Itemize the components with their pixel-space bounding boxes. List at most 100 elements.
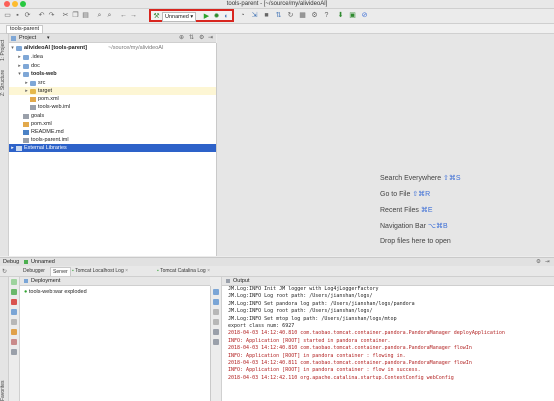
tree-row-readme[interactable]: README.md bbox=[9, 128, 216, 136]
chevron-down-icon[interactable]: ▾ bbox=[47, 34, 50, 42]
hide-icon[interactable]: ⇥ bbox=[208, 34, 213, 42]
tree-row-web-iml[interactable]: tools-web.iml bbox=[9, 103, 216, 111]
breadcrumb[interactable]: tools-parent bbox=[6, 25, 44, 34]
chevron-right-icon[interactable]: ▸ bbox=[17, 62, 22, 70]
output-actions bbox=[211, 277, 222, 401]
cut-icon[interactable]: ✂ bbox=[61, 11, 70, 20]
rerun-icon[interactable]: ↻ bbox=[286, 11, 295, 20]
chevron-right-icon[interactable]: ▸ bbox=[17, 53, 22, 61]
tab-tomcat-catalina-log[interactable]: ▪ Tomcat Catalina Log × bbox=[155, 267, 212, 275]
tree-label: goals bbox=[31, 113, 45, 119]
view-breakpoints-icon[interactable] bbox=[11, 329, 17, 335]
collapse-icon[interactable]: ⇅ bbox=[189, 34, 194, 42]
save-icon[interactable]: ▪ bbox=[13, 11, 22, 20]
pause-icon[interactable] bbox=[11, 319, 17, 325]
chevron-down-icon[interactable]: ▾ bbox=[17, 70, 22, 78]
run-icon[interactable]: ▶ bbox=[202, 12, 211, 21]
find-icon[interactable]: ⌕ bbox=[95, 11, 104, 20]
tree-row-root[interactable]: ▾ alivideoAI [tools-parent] ~/source/my/… bbox=[9, 44, 216, 52]
project-panel-title[interactable]: Project bbox=[19, 34, 36, 42]
settings-icon[interactable] bbox=[11, 349, 17, 355]
tab-server[interactable]: Server bbox=[50, 267, 71, 276]
chevron-right-icon[interactable]: ▸ bbox=[10, 144, 15, 152]
mute-breakpoints-icon[interactable] bbox=[11, 339, 17, 345]
tab-label: Tomcat Localhost Log bbox=[75, 268, 124, 274]
tree-row-parent-iml[interactable]: tools-parent.iml bbox=[9, 136, 216, 144]
log-icon: ▪ bbox=[72, 268, 74, 274]
hint-label: Recent Files bbox=[380, 207, 419, 214]
redo-icon[interactable]: → bbox=[129, 11, 138, 20]
iml-file-icon bbox=[23, 137, 29, 143]
tree-row-tools-web[interactable]: ▾ tools-web bbox=[9, 70, 216, 78]
favorites-tool-tab[interactable]: Favorites bbox=[0, 380, 8, 401]
sdk-icon[interactable]: ⬇ bbox=[336, 11, 345, 20]
update-icon[interactable] bbox=[11, 289, 17, 295]
tree-row-goals[interactable]: goals bbox=[9, 112, 216, 120]
copy-icon[interactable]: ❐ bbox=[71, 11, 80, 20]
scroll-down-icon[interactable] bbox=[213, 299, 219, 305]
forward-icon[interactable]: ↷ bbox=[47, 11, 56, 20]
scroll-to-end-icon[interactable] bbox=[213, 319, 219, 325]
tree-row-external-libraries[interactable]: ▸ External Libraries bbox=[9, 144, 216, 152]
chevron-right-icon[interactable]: ▸ bbox=[24, 87, 29, 95]
run-config-select[interactable]: Unnamed ▾ bbox=[162, 12, 197, 22]
tree-row-target[interactable]: ▸ target bbox=[9, 87, 216, 95]
open-icon[interactable]: ▭ bbox=[3, 11, 12, 20]
profile-icon[interactable]: ◔ bbox=[238, 11, 247, 20]
task-icon[interactable]: ▣ bbox=[348, 11, 357, 20]
deployment-item[interactable]: ● tools-web:war exploded bbox=[24, 288, 87, 296]
restart-icon[interactable]: ↻ bbox=[2, 268, 7, 275]
project-structure-icon[interactable]: ▦ bbox=[298, 11, 307, 20]
output-console[interactable]: JM.Log:INFO Init JM logger with Log4jLog… bbox=[222, 286, 554, 401]
undo-icon[interactable]: ← bbox=[119, 11, 128, 20]
soft-wrap-icon[interactable] bbox=[213, 309, 219, 315]
chevron-right-icon[interactable]: ▸ bbox=[24, 79, 29, 87]
stop-icon[interactable] bbox=[11, 299, 17, 305]
debug-icon[interactable]: ✹ bbox=[212, 12, 221, 21]
stop-icon[interactable]: ■ bbox=[262, 11, 271, 20]
tab-tomcat-localhost-log[interactable]: ▪ Tomcat Localhost Log × bbox=[70, 267, 130, 275]
scroll-up-icon[interactable] bbox=[213, 289, 219, 295]
hide-icon[interactable]: ⇥ bbox=[545, 258, 550, 266]
settings-icon[interactable]: ⚙ bbox=[310, 11, 319, 20]
coverage-icon[interactable]: ◐ bbox=[222, 12, 231, 21]
tree-row-idea[interactable]: ▸ .idea bbox=[9, 53, 216, 61]
no-entry-icon[interactable]: ⊘ bbox=[360, 11, 369, 20]
gear-icon[interactable]: ⚙ bbox=[199, 34, 204, 42]
deploy-icon[interactable] bbox=[11, 309, 17, 315]
back-icon[interactable]: ↶ bbox=[37, 11, 46, 20]
replace-icon[interactable]: ⌕ bbox=[105, 11, 114, 20]
gear-icon[interactable]: ⚙ bbox=[536, 258, 541, 266]
tree-row-doc[interactable]: ▸ doc bbox=[9, 62, 216, 70]
console-line: JM.Log:INFO Init JM logger with Log4jLog… bbox=[228, 286, 379, 292]
xml-file-icon bbox=[23, 121, 29, 127]
iml-file-icon bbox=[30, 104, 36, 110]
tree-row-pom[interactable]: pom.xml bbox=[9, 120, 216, 128]
tree-row-pom-web[interactable]: pom.xml bbox=[9, 95, 216, 103]
close-icon[interactable]: × bbox=[207, 268, 210, 274]
vcs-icon[interactable]: ⇅ bbox=[274, 11, 283, 20]
project-tool-tab[interactable]: 1: Project bbox=[0, 36, 8, 64]
target-icon[interactable]: ⊕ bbox=[179, 34, 184, 42]
deployment-title: Deployment bbox=[31, 278, 61, 284]
hint-key: ⇧⌘R bbox=[412, 191, 431, 198]
chevron-down-icon[interactable]: ▾ bbox=[10, 44, 15, 52]
output-title: Output bbox=[233, 278, 250, 284]
console-line: 2018-04-03 14:12:40.811 com.taobao.tomca… bbox=[228, 360, 472, 366]
structure-tool-tab[interactable]: Z: Structure bbox=[0, 68, 8, 98]
rerun-icon[interactable] bbox=[11, 279, 17, 285]
hint-label: Search Everywhere bbox=[380, 175, 442, 182]
help-icon[interactable]: ? bbox=[322, 11, 331, 20]
debug-config-label[interactable]: Unnamed bbox=[31, 258, 55, 266]
build-icon[interactable]: ⚒ bbox=[152, 12, 161, 21]
close-icon[interactable]: × bbox=[125, 268, 128, 274]
clear-icon[interactable] bbox=[213, 339, 219, 345]
hint-search-everywhere: Search Everywhere ⇧⌘S bbox=[380, 174, 461, 182]
sync-icon[interactable]: ⟳ bbox=[23, 11, 32, 20]
print-icon[interactable] bbox=[213, 329, 219, 335]
editor-empty-area[interactable]: Search Everywhere ⇧⌘S Go to File ⇧⌘R Rec… bbox=[217, 34, 554, 256]
attach-icon[interactable]: ⇲ bbox=[250, 11, 259, 20]
tree-row-src[interactable]: ▸ src bbox=[9, 79, 216, 87]
tab-debugger[interactable]: Debugger bbox=[21, 267, 47, 275]
paste-icon[interactable]: ▤ bbox=[81, 11, 90, 20]
